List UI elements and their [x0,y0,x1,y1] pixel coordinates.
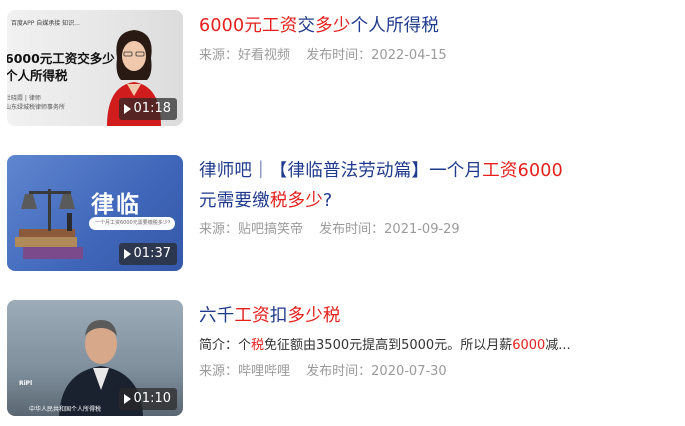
result-meta: 来源：贴吧搞笑帝 发布时间：2021-09-29 [199,218,460,237]
title-highlight: 工资 [234,306,270,326]
thumbnail-brand: 律临 [91,192,141,218]
snippet-highlight: 6000 [512,338,546,353]
video-thumbnail-2[interactable]: 律临 一个月工资6000元需要缴税多少？ 01:37 [7,155,183,271]
thumbnail-byline: 杜晓霞 | 律师 山东绿城税律师事务所 [7,95,66,111]
publish-time: 发布时间：2020-07-30 [306,364,447,379]
justice-scale-image [15,189,83,259]
snippet-highlight: 税 [251,338,265,353]
publish-time: 发布时间：2022-04-15 [306,48,447,63]
title-text: 扣 [269,306,288,326]
play-icon [123,394,131,404]
result-meta: 来源：好看视频 发布时间：2022-04-15 [199,44,447,63]
thumbnail-title: 6000元工资交多少 个人所得税 [7,51,115,83]
duration-badge: 01:10 [118,388,177,410]
result-meta: 来源：哔哩哔哩 发布时间：2020-07-30 [199,360,447,379]
snippet-text: 免征额由3500元提高到5000元。所以月薪 [264,338,513,353]
title-highlight: 税 [322,306,341,326]
result-title-link[interactable]: 6000元工资交多少个人所得税 [199,11,669,41]
title-highlight: 多少 [315,16,351,36]
result-snippet: 简介：个税免征额由3500元提高到5000元。所以月薪6000减... [199,334,571,353]
title-text: 律师吧｜【律临普法劳动篇】一个月 [199,161,483,181]
title-text: 个人所得税 [350,16,440,36]
channel-logo: RiPl [19,380,33,387]
title-highlight: 税 [269,191,288,211]
thumbnail-caption: 中华人民共和国个人所得税 [29,406,102,413]
duration-badge: 01:18 [118,98,177,120]
title-text: 六千 [199,306,235,326]
title-text: 元需要缴 [199,191,270,211]
title-highlight: 多少 [287,191,323,211]
play-icon [123,249,131,259]
source-label: 来源：好看视频 [199,48,291,63]
video-thumbnail-3[interactable]: RiPl 中华人民共和国个人所得税 01:10 [7,300,183,416]
title-highlight: 多少 [287,306,323,326]
title-highlight: 6000元 [199,16,263,36]
title-text: 交 [297,16,316,36]
play-icon [123,104,131,114]
publish-time: 发布时间：2021-09-29 [319,222,460,237]
source-label: 来源：哔哩哔哩 [199,364,291,379]
snippet-text: 简介：个 [199,338,252,353]
thumbnail-logos: 百度APP 自媒承接 知识... [11,20,80,27]
video-thumbnail-1[interactable]: 百度APP 自媒承接 知识... 6000元工资交多少 个人所得税 杜晓霞 | … [7,10,183,126]
title-highlight: 6000 [517,161,563,181]
thumbnail-search-pill: 一个月工资6000元需要缴税多少？ [89,217,175,230]
title-highlight: 工资 [482,161,518,181]
title-highlight: 工资 [262,16,298,36]
result-title-link[interactable]: 六千工资扣多少税 [199,301,669,331]
duration-badge: 01:37 [118,243,177,265]
title-text: ? [322,191,333,211]
result-title-link[interactable]: 律师吧｜【律临普法劳动篇】一个月工资6000 元需要缴税多少? [199,156,669,216]
snippet-text: 减... [545,338,571,353]
source-label: 来源：贴吧搞笑帝 [199,222,304,237]
